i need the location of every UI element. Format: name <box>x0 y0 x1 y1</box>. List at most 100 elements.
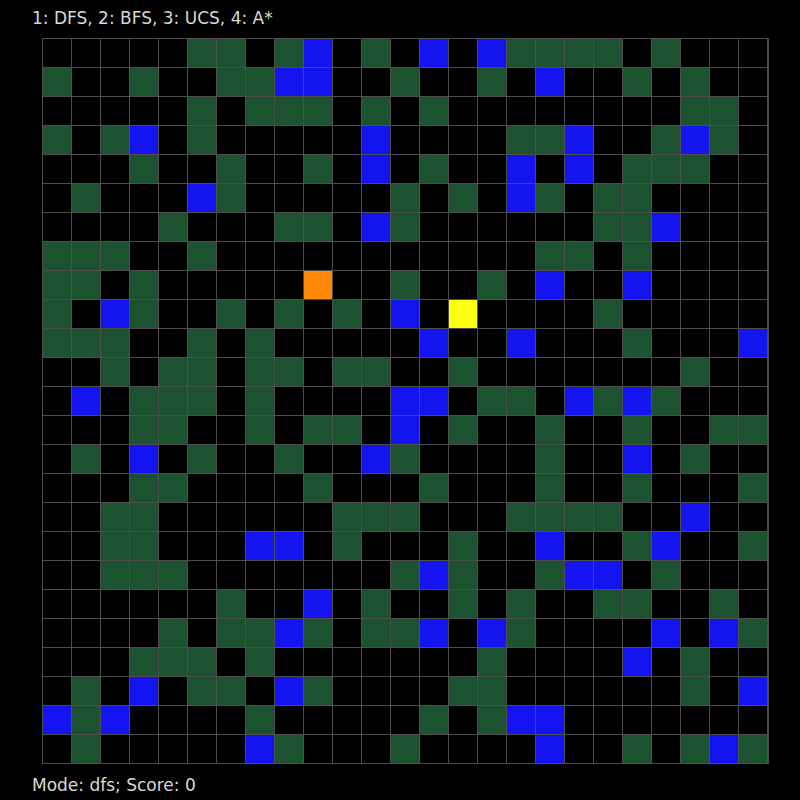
wall-cell <box>623 416 651 444</box>
wall-cell <box>623 68 651 96</box>
empty-cell <box>710 387 738 415</box>
water-cell <box>391 300 419 328</box>
empty-cell <box>710 474 738 502</box>
wall-cell <box>304 619 332 647</box>
wall-cell <box>43 300 71 328</box>
empty-cell <box>188 213 216 241</box>
empty-cell <box>391 532 419 560</box>
wall-cell <box>536 39 564 67</box>
wall-cell <box>217 590 245 618</box>
empty-cell <box>391 155 419 183</box>
empty-cell <box>710 184 738 212</box>
empty-cell <box>72 155 100 183</box>
water-cell <box>739 329 767 357</box>
empty-cell <box>565 590 593 618</box>
empty-cell <box>275 474 303 502</box>
empty-cell <box>739 358 767 386</box>
empty-cell <box>159 300 187 328</box>
wall-cell <box>72 271 100 299</box>
wall-cell <box>101 532 129 560</box>
water-cell <box>391 387 419 415</box>
empty-cell <box>507 213 535 241</box>
wall-cell <box>478 677 506 705</box>
empty-cell <box>217 97 245 125</box>
wall-cell <box>362 358 390 386</box>
empty-cell <box>623 126 651 154</box>
water-cell <box>304 590 332 618</box>
empty-cell <box>188 474 216 502</box>
water-cell <box>101 300 129 328</box>
wall-cell <box>130 503 158 531</box>
empty-cell <box>333 271 361 299</box>
empty-cell <box>246 242 274 270</box>
empty-cell <box>739 590 767 618</box>
empty-cell <box>449 503 477 531</box>
empty-cell <box>507 416 535 444</box>
wall-cell <box>275 97 303 125</box>
wall-cell <box>391 503 419 531</box>
wall-cell <box>681 97 709 125</box>
empty-cell <box>449 706 477 734</box>
wall-cell <box>159 416 187 444</box>
wall-cell <box>217 39 245 67</box>
wall-cell <box>217 300 245 328</box>
empty-cell <box>43 648 71 676</box>
wall-cell <box>536 474 564 502</box>
wall-cell <box>72 242 100 270</box>
empty-cell <box>43 358 71 386</box>
empty-cell <box>159 271 187 299</box>
wall-cell <box>188 677 216 705</box>
empty-cell <box>43 677 71 705</box>
empty-cell <box>217 445 245 473</box>
empty-cell <box>217 561 245 589</box>
wall-cell <box>623 329 651 357</box>
wall-cell <box>43 242 71 270</box>
water-cell <box>362 126 390 154</box>
empty-cell <box>420 416 448 444</box>
wall-cell <box>362 39 390 67</box>
empty-cell <box>652 300 680 328</box>
water-cell <box>101 706 129 734</box>
wall-cell <box>391 619 419 647</box>
empty-cell <box>449 68 477 96</box>
water-cell <box>536 532 564 560</box>
water-cell <box>565 155 593 183</box>
empty-cell <box>333 387 361 415</box>
empty-cell <box>362 387 390 415</box>
empty-cell <box>246 445 274 473</box>
empty-cell <box>478 126 506 154</box>
empty-cell <box>420 242 448 270</box>
empty-cell <box>304 358 332 386</box>
empty-cell <box>739 271 767 299</box>
empty-cell <box>43 213 71 241</box>
water-cell <box>594 561 622 589</box>
empty-cell <box>420 126 448 154</box>
water-cell <box>246 735 274 763</box>
water-cell <box>72 387 100 415</box>
wall-cell <box>217 155 245 183</box>
wall-cell <box>246 97 274 125</box>
empty-cell <box>536 97 564 125</box>
empty-cell <box>420 300 448 328</box>
empty-cell <box>536 155 564 183</box>
game-board[interactable] <box>42 38 769 764</box>
empty-cell <box>594 68 622 96</box>
empty-cell <box>681 619 709 647</box>
empty-cell <box>623 358 651 386</box>
empty-cell <box>681 242 709 270</box>
wall-cell <box>507 126 535 154</box>
empty-cell <box>72 97 100 125</box>
wall-cell <box>159 648 187 676</box>
empty-cell <box>710 445 738 473</box>
empty-cell <box>130 97 158 125</box>
empty-cell <box>188 155 216 183</box>
wall-cell <box>391 735 419 763</box>
empty-cell <box>478 561 506 589</box>
empty-cell <box>391 706 419 734</box>
empty-cell <box>652 329 680 357</box>
empty-cell <box>72 68 100 96</box>
empty-cell <box>507 532 535 560</box>
wall-cell <box>623 242 651 270</box>
empty-cell <box>565 619 593 647</box>
water-cell <box>652 532 680 560</box>
